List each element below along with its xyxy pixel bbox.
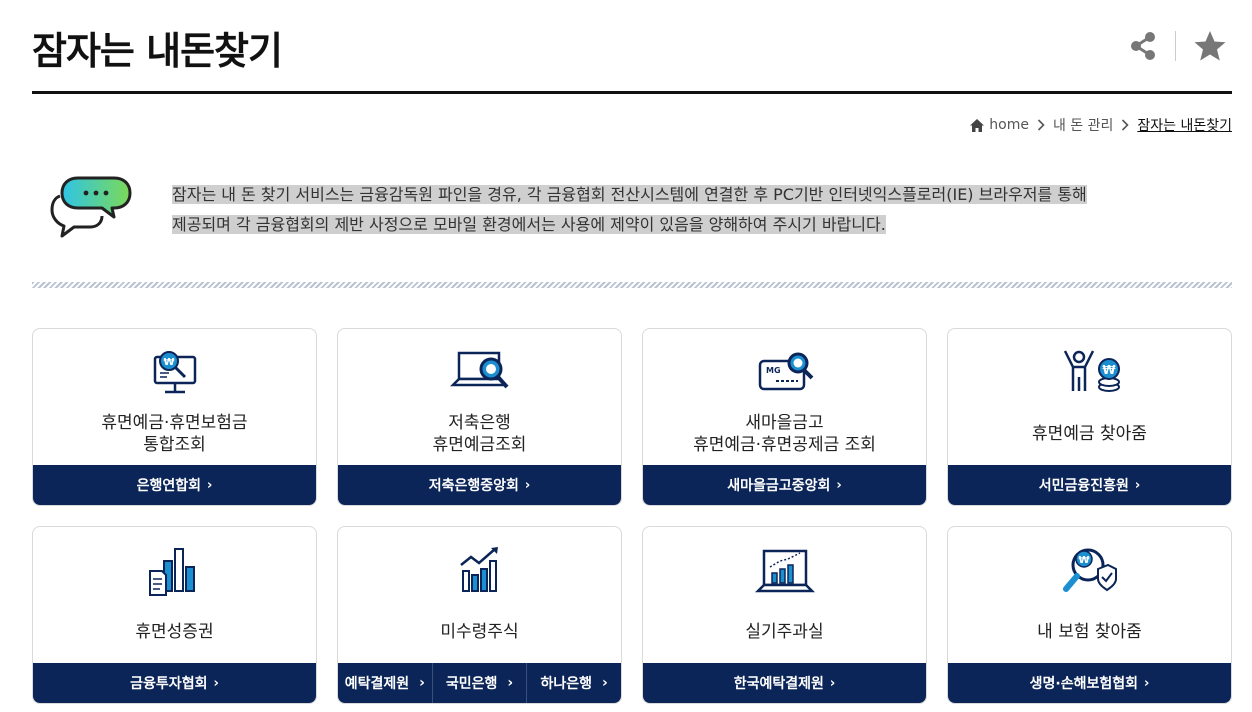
chevron-right-icon: ›	[602, 675, 608, 691]
breadcrumb-home[interactable]: home	[989, 117, 1029, 133]
service-card-grid: ₩ 휴면예금·휴면보험금 통합조회 은행연합회 › 저축은행 휴면예금조회 저축…	[32, 328, 1232, 706]
svg-text:MG: MG	[766, 366, 781, 375]
card-title: 내 보험 찾아줌	[1037, 622, 1142, 642]
link-button[interactable]: 생명·손해보험협회 ›	[948, 663, 1231, 703]
favorite-button[interactable]	[1188, 26, 1232, 66]
notice-text: 잠자는 내 돈 찾기 서비스는 금융감독원 파인을 경유, 각 금융협회 전산시…	[172, 180, 1182, 240]
breadcrumb: home 내 돈 관리 잠자는 내돈찾기	[970, 115, 1232, 135]
mg-card-search-icon: MG	[758, 352, 813, 391]
service-card: ₩ 내 보험 찾아줌 생명·손해보험협회 ›	[947, 526, 1232, 704]
link-button[interactable]: 예탁결제원 ›	[338, 663, 433, 703]
chevron-right-icon: ›	[524, 477, 531, 493]
svg-text:₩: ₩	[1078, 555, 1089, 566]
card-title: 실기주과실	[745, 622, 824, 642]
person-coins-icon: ₩	[1063, 350, 1120, 392]
notice-box: 잠자는 내 돈 찾기 서비스는 금융감독원 파인을 경유, 각 금융협회 전산시…	[32, 170, 1232, 250]
service-card: 저축은행 휴면예금조회 저축은행중앙회 ›	[337, 328, 622, 506]
card-title: 휴면성증권	[135, 622, 214, 642]
chevron-right-icon: ›	[419, 675, 425, 691]
chevron-right-icon: ›	[507, 675, 514, 691]
card-title: 휴면예금 찾아줌	[1032, 424, 1147, 444]
star-icon	[1194, 31, 1226, 61]
home-icon	[970, 118, 985, 132]
page-header: 잠자는 내돈찾기	[32, 18, 1232, 94]
service-card: 휴면성증권 금융투자협회 ›	[32, 526, 317, 704]
header-tools	[1121, 26, 1232, 66]
growth-chart-icon	[459, 547, 498, 592]
link-button[interactable]: 저축은행중앙회 ›	[338, 465, 621, 505]
card-title: 저축은행 휴면예금조회	[432, 413, 527, 455]
section-divider	[32, 282, 1232, 288]
link-button[interactable]: 하나은행 ›	[527, 663, 621, 703]
share-icon	[1131, 32, 1155, 60]
service-card: ₩ 휴면예금·휴면보험금 통합조회 은행연합회 ›	[32, 328, 317, 506]
share-button[interactable]	[1121, 26, 1165, 66]
card-title: 휴면예금·휴면보험금 통합조회	[101, 413, 248, 455]
notice-line-2: 제공되며 각 금융협회의 제반 사정으로 모바일 환경에서는 사용에 제약이 있…	[172, 215, 886, 234]
chevron-right-icon	[1037, 119, 1045, 131]
chevron-right-icon: ›	[1134, 477, 1141, 493]
chevron-right-icon: ›	[829, 675, 836, 691]
svg-text:₩: ₩	[163, 357, 174, 368]
svg-text:₩: ₩	[1102, 363, 1116, 377]
link-button[interactable]: 한국예탁결제원 ›	[643, 663, 926, 703]
service-card: MG 새마을금고 휴면예금·휴면공제금 조회 새마을금고중앙회 ›	[642, 328, 927, 506]
chevron-right-icon: ›	[213, 675, 219, 691]
magnifier-shield-icon: ₩	[1062, 548, 1117, 592]
service-card: ₩ 휴면예금 찾아줌 서민금융진흥원 ›	[947, 328, 1232, 506]
service-card: 미수령주식 예탁결제원 › 국민은행 › 하나은행 ›	[337, 526, 622, 704]
page-title: 잠자는 내돈찾기	[32, 29, 283, 73]
tool-divider	[1175, 31, 1176, 61]
link-button[interactable]: 금융투자협회 ›	[33, 663, 316, 703]
link-button-group: 예탁결제원 › 국민은행 › 하나은행 ›	[338, 663, 621, 703]
monitor-won-search-icon: ₩	[153, 351, 196, 394]
link-button[interactable]: 서민금융진흥원 ›	[948, 465, 1231, 505]
service-card: 실기주과실 한국예탁결제원 ›	[642, 526, 927, 704]
link-button[interactable]: 은행연합회 ›	[33, 465, 316, 505]
presentation-chart-icon	[754, 549, 815, 593]
link-button[interactable]: 국민은행 ›	[433, 663, 528, 703]
document-bars-icon	[148, 548, 195, 596]
breadcrumb-current: 잠자는 내돈찾기	[1137, 118, 1232, 134]
chevron-right-icon: ›	[1144, 675, 1150, 691]
chevron-right-icon: ›	[836, 477, 842, 493]
breadcrumb-level1[interactable]: 내 돈 관리	[1053, 115, 1113, 135]
chevron-right-icon	[1121, 119, 1130, 131]
laptop-search-icon	[449, 351, 508, 389]
chevron-right-icon: ›	[207, 477, 213, 493]
chat-bubbles-icon	[50, 176, 132, 238]
card-title: 새마을금고 휴면예금·휴면공제금 조회	[693, 413, 876, 455]
card-title: 미수령주식	[440, 622, 519, 642]
notice-line-1: 잠자는 내 돈 찾기 서비스는 금융감독원 파인을 경유, 각 금융협회 전산시…	[172, 185, 1087, 204]
link-button[interactable]: 새마을금고중앙회 ›	[643, 465, 926, 505]
